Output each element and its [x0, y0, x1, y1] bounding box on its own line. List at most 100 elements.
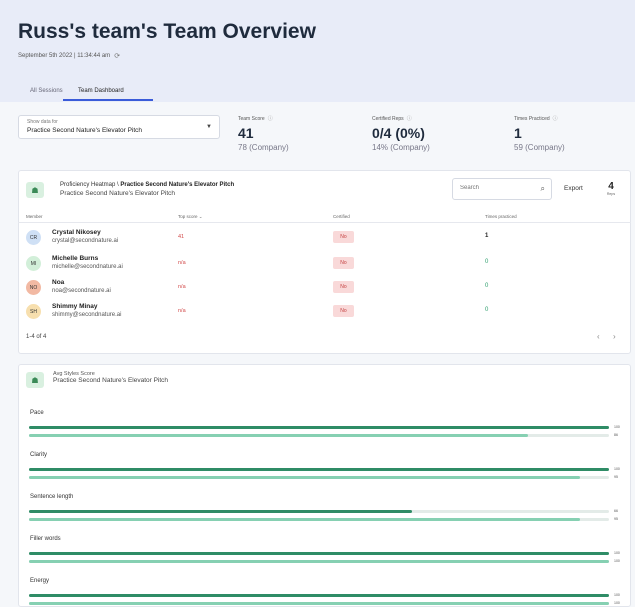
- metric-value: 100: [614, 425, 620, 429]
- table-row[interactable]: SH Shimmy Minay shimmy@secondnature.ai n…: [18, 298, 631, 325]
- timestamp: September 5th 2022 | 11:34:44 am: [18, 53, 111, 59]
- member-name: Shimmy Minay: [52, 303, 98, 310]
- member-name: Michelle Burns: [52, 255, 99, 262]
- metric-value: 95: [614, 517, 618, 521]
- team-icon: ☗: [26, 182, 44, 198]
- active-tab-indicator: [63, 99, 153, 101]
- metric-bar-fill: [29, 560, 609, 563]
- metric-bar-team: [29, 510, 609, 513]
- heatmap-subtitle: Practice Second Nature's Elevator Pitch: [60, 190, 176, 197]
- chevron-left-icon[interactable]: ‹: [597, 332, 600, 341]
- metric-bar-fill: [29, 518, 580, 521]
- avatar: SH: [26, 304, 41, 319]
- table-row[interactable]: CR Crystal Nikosey crystal@secondnature.…: [18, 224, 631, 251]
- filter-value: Practice Second Nature's Elevator Pitch: [27, 127, 143, 134]
- refresh-icon[interactable]: ⟳: [114, 52, 120, 60]
- avatar: MI: [26, 256, 41, 271]
- metric-bar-fill: [29, 510, 412, 513]
- certified-badge: No: [333, 281, 354, 293]
- metric-value: 100: [614, 601, 620, 605]
- info-icon[interactable]: ⓘ: [553, 115, 558, 122]
- metric-label: Filler words: [30, 536, 61, 542]
- info-icon[interactable]: ⓘ: [407, 115, 412, 122]
- filter-label: Show data for: [27, 119, 58, 125]
- column-top-score[interactable]: Top score ⌄: [178, 214, 203, 220]
- member-email: noa@secondnature.ai: [52, 288, 111, 294]
- metric-value: 66: [614, 509, 618, 513]
- metric-bar-company: [29, 476, 609, 479]
- metric-value: 100: [614, 551, 620, 555]
- date-row: September 5th 2022 | 11:34:44 am ⟳: [18, 52, 120, 60]
- metric-label: Sentence length: [30, 494, 74, 500]
- stat-label: Certified Reps: [372, 115, 404, 122]
- stat-team-score: Team Score ⓘ 41 78 (Company): [238, 115, 289, 153]
- column-member[interactable]: Member: [26, 214, 43, 219]
- top-score: 41: [178, 234, 185, 240]
- pagination-range: 1-4 of 4: [26, 334, 47, 340]
- styles-score-card: [18, 364, 631, 607]
- times-practiced: 1: [485, 233, 489, 239]
- metric-bar-company: [29, 602, 609, 605]
- metric-bar-fill: [29, 426, 609, 429]
- member-email: michelle@secondnature.ai: [52, 264, 123, 270]
- avatar: CR: [26, 230, 41, 245]
- chevron-down-icon: ▼: [206, 124, 212, 130]
- metric-value: 86: [614, 433, 618, 437]
- metric-bar-team: [29, 594, 609, 597]
- member-name: Crystal Nikosey: [52, 229, 101, 236]
- chevron-right-icon[interactable]: ›: [613, 332, 616, 341]
- metric-bar-fill: [29, 552, 609, 555]
- metric-value: 100: [614, 467, 620, 471]
- avatar: NO: [26, 280, 41, 295]
- times-practiced: 0: [485, 259, 489, 265]
- metric-label: Energy: [30, 578, 50, 584]
- search-icon[interactable]: ⌕: [541, 184, 545, 194]
- metric-bar-fill: [29, 476, 580, 479]
- metric-bar-company: [29, 560, 609, 563]
- metric-bar-fill: [29, 468, 609, 471]
- data-filter-select[interactable]: Show data for Practice Second Nature's E…: [18, 115, 220, 139]
- metric-value: 95: [614, 475, 618, 479]
- top-score: n/a: [178, 260, 186, 266]
- chevron-down-icon: ⌄: [198, 214, 203, 219]
- certified-badge: No: [333, 231, 354, 243]
- member-email: shimmy@secondnature.ai: [52, 312, 122, 318]
- times-practiced: 0: [485, 283, 489, 289]
- table-row[interactable]: NO Noa noa@secondnature.ai n/a No 0: [18, 274, 631, 301]
- stat-label: Team Score: [238, 115, 265, 122]
- member-name: Noa: [52, 279, 65, 286]
- metric-bar-team: [29, 426, 609, 429]
- stat-certified-reps: Certified Reps ⓘ 0/4 (0%) 14% (Company): [372, 115, 430, 153]
- stat-company: 59 (Company): [514, 143, 565, 152]
- styles-subtitle: Practice Second Nature's Elevator Pitch: [53, 377, 169, 384]
- tab-all-sessions[interactable]: All Sessions: [30, 88, 63, 94]
- metric-bar-team: [29, 468, 609, 471]
- metric-label: Pace: [30, 410, 44, 416]
- stat-company: 78 (Company): [238, 143, 289, 152]
- table-row[interactable]: MI Michelle Burns michelle@secondnature.…: [18, 250, 631, 277]
- member-email: crystal@secondnature.ai: [52, 238, 119, 244]
- stat-value: 41: [238, 125, 254, 141]
- export-button[interactable]: Export: [564, 185, 583, 192]
- times-practiced: 0: [485, 307, 489, 313]
- search-box[interactable]: ⌕: [452, 178, 552, 200]
- divider: [18, 222, 631, 223]
- metric-bar-fill: [29, 594, 609, 597]
- metric-value: 100: [614, 593, 620, 597]
- column-times-practiced[interactable]: Times practiced: [485, 214, 517, 219]
- metric-value: 100: [614, 559, 620, 563]
- top-score: n/a: [178, 308, 186, 314]
- tab-bar: All Sessions Team Dashboard: [0, 85, 635, 102]
- column-certified[interactable]: Certified: [333, 214, 350, 219]
- metric-bar-fill: [29, 602, 609, 605]
- metric-bar-company: [29, 518, 609, 521]
- heatmap-title: Proficiency Heatmap \ Practice Second Na…: [60, 182, 235, 188]
- metric-bar-company: [29, 434, 609, 437]
- team-icon: ☗: [26, 372, 44, 388]
- tab-team-dashboard[interactable]: Team Dashboard: [78, 88, 124, 94]
- certified-badge: No: [333, 305, 354, 317]
- stat-company: 14% (Company): [372, 143, 430, 152]
- search-input[interactable]: [460, 185, 535, 191]
- page-title: Russ's team's Team Overview: [18, 20, 316, 43]
- info-icon[interactable]: ⓘ: [268, 115, 273, 122]
